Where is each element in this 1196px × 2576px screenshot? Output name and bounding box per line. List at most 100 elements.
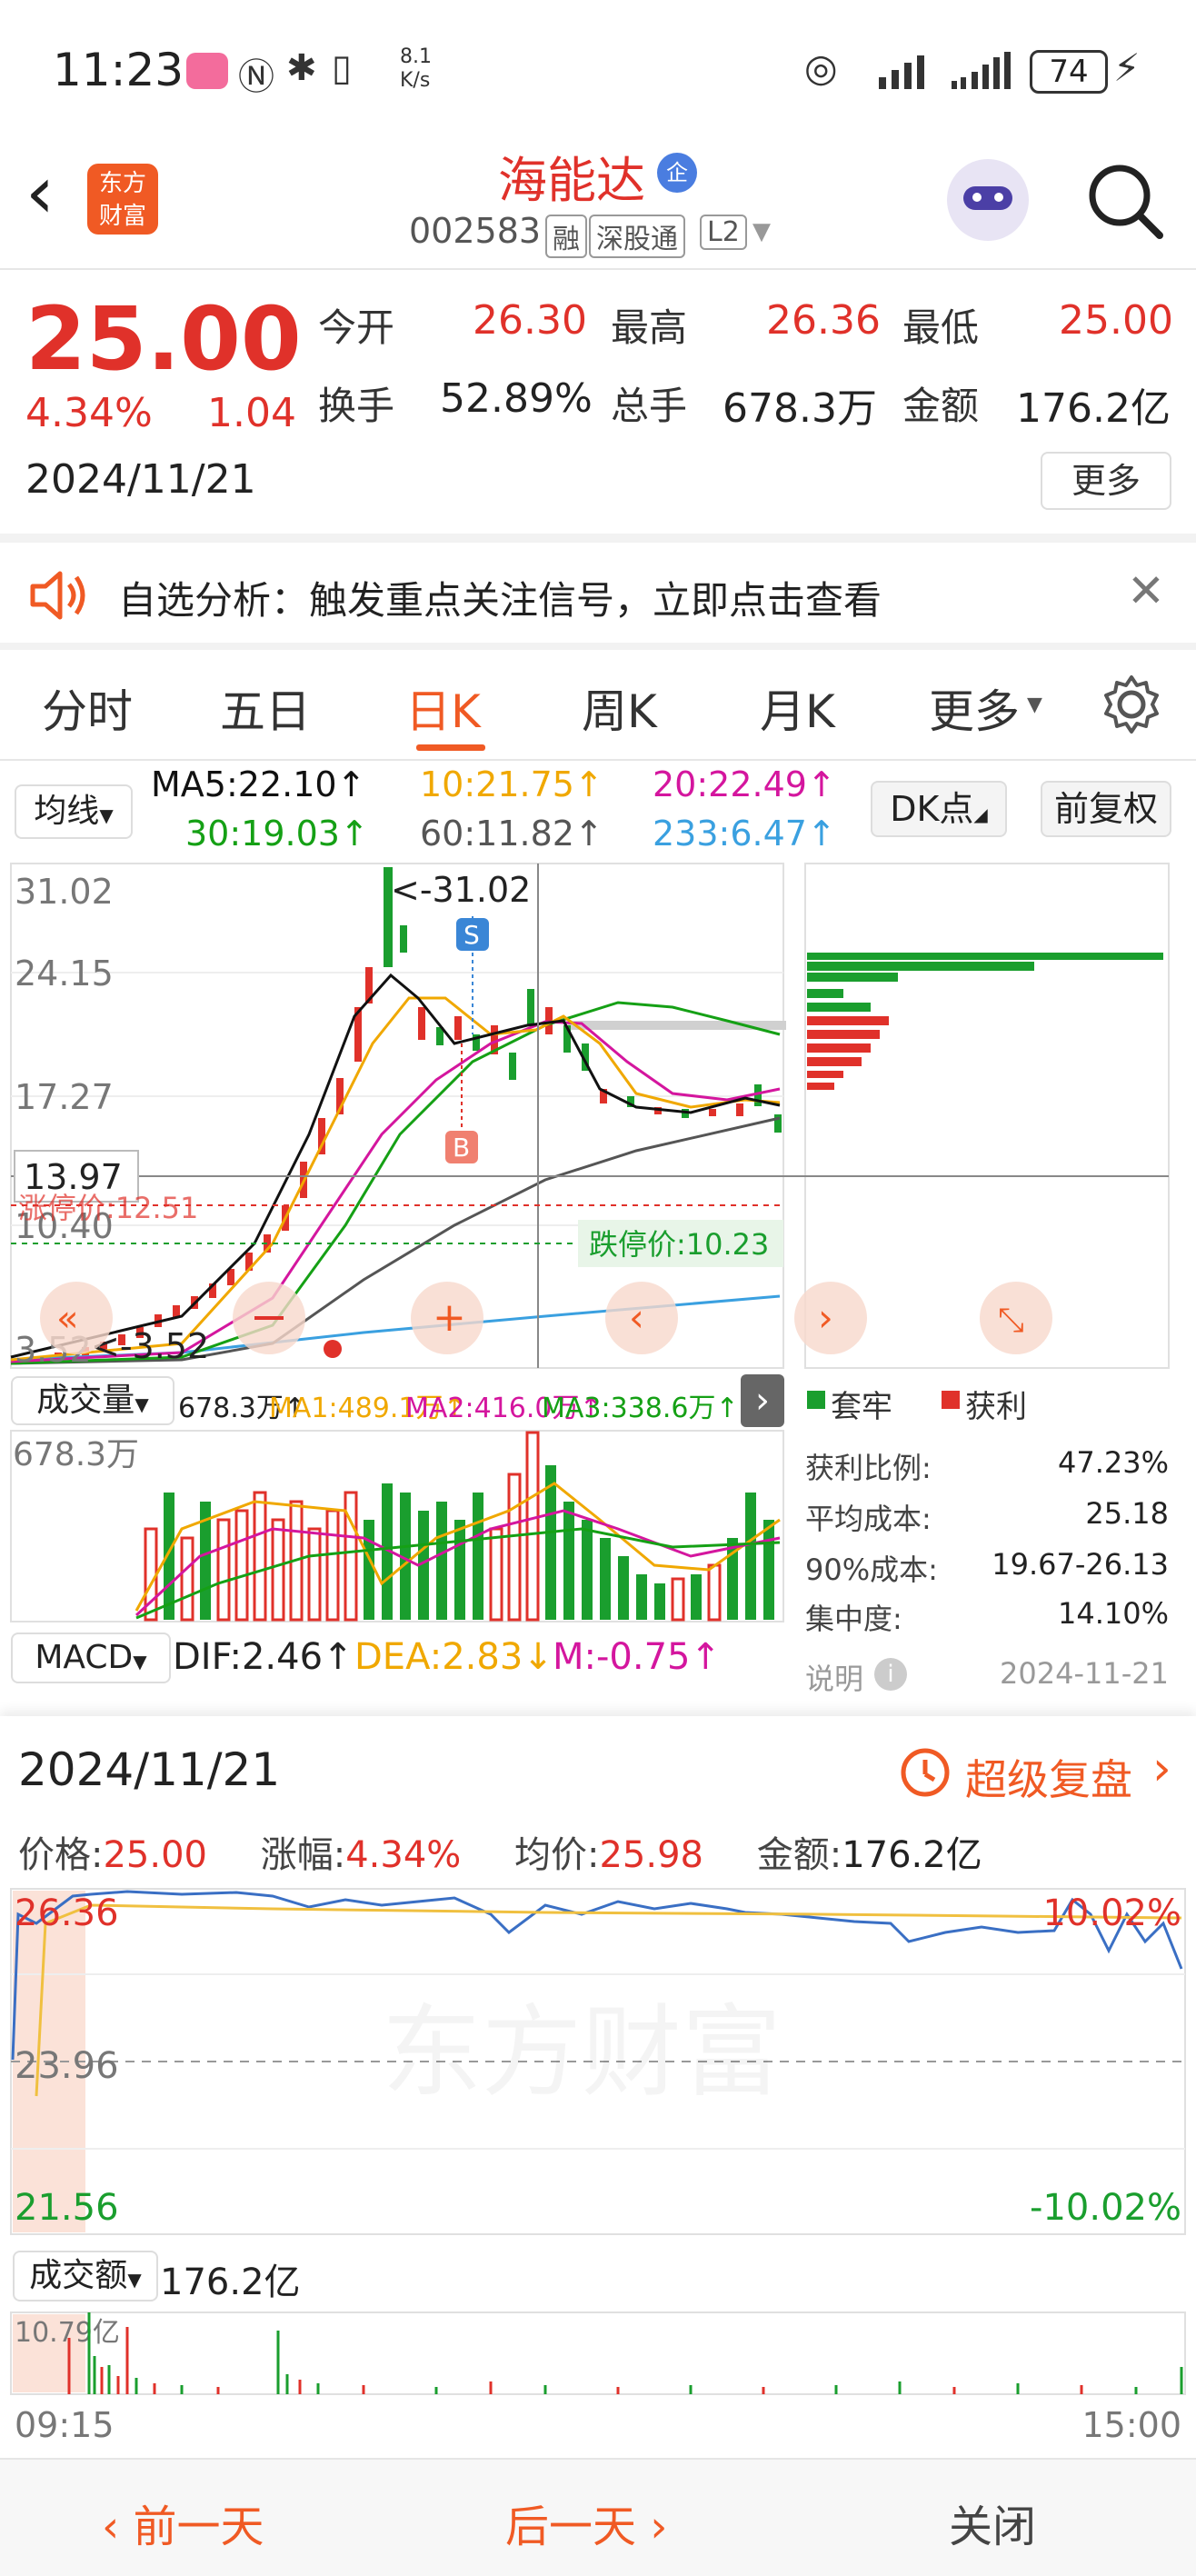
back-icon[interactable]: ‹ [25,156,55,229]
tab-monthly-k[interactable]: 月K [760,675,835,741]
close-icon[interactable]: ✕ [1127,564,1165,617]
chevron-down-icon: ▼ [133,1651,147,1672]
legend-trapped: 套牢 [831,1389,892,1425]
expand-panel-icon[interactable]: › [741,1374,784,1427]
bluetooth-icon: ✱ [286,47,317,89]
ma233-value: 233:6.47↑ [653,814,836,854]
info-icon[interactable]: i [874,1658,907,1691]
vibrate-icon: ▯ [332,47,353,89]
super-replay-link[interactable]: 超级复盘 [965,1747,1132,1807]
amount-y-max: 10.79亿 [15,2317,120,2349]
high-marker: <-31.02 [391,870,531,910]
volume-label: 总手 [611,384,688,428]
price-value: 25.00 [103,1834,207,1876]
volume-selector[interactable]: 成交量▼ [11,1376,174,1425]
macd-dea: DEA:2.83↓ [354,1636,553,1678]
volume-y-label: 678.3万 [13,1436,139,1473]
open-value: 26.30 [473,297,587,344]
price-label: 价格: [18,1834,104,1876]
stock-name: 海能达 [498,152,645,209]
search-icon[interactable] [1083,159,1165,241]
chip-stats: 获利比例: 47.23% 平均成本: 25.18 90%成本: 19.67-26… [805,1436,1169,1696]
gear-icon[interactable] [1100,673,1163,736]
macd-selector[interactable]: MACD▼ [11,1632,171,1683]
sell-marker: S [463,920,480,950]
tab-weekly-k[interactable]: 周K [582,675,657,741]
current-price: 25.00 [25,288,302,390]
net-speed-unit: K/s [400,69,431,92]
expand-icon[interactable]: ⤡ [998,1302,1024,1339]
intraday-y-mid: 23.96 [15,2045,119,2087]
open-label: 今开 [318,305,395,350]
logo-line1: 东方 [98,170,146,197]
rewind-icon[interactable]: « [56,1298,78,1340]
dk-point-button[interactable]: DK点◢ [871,781,1007,837]
tab-five-day[interactable]: 五日 [220,675,311,741]
volume-bars [144,1431,774,1622]
tab-more[interactable]: 更多 [929,675,1020,741]
amount-value: 176.2亿 [1016,385,1171,432]
turnover-selector[interactable]: 成交额▼ [13,2251,158,2301]
chevron-right-icon[interactable]: › [1152,1742,1171,1796]
enterprise-badge: 企 [657,153,697,193]
replay-icon[interactable] [898,1745,952,1800]
app-logo[interactable]: 东方 财富 [87,164,158,235]
chip-distribution [807,953,1163,1090]
alert-text: 自选分析：触发重点关注信号，立即点击查看 [118,578,882,623]
adjust-button[interactable]: 前复权 [1041,781,1171,837]
legend-trapped-swatch [807,1391,825,1409]
cost-90-value: 19.67-26.13 [992,1547,1169,1582]
tag-margin: 融 [545,215,587,258]
prev-day-button[interactable]: ‹ 前一天 [102,2491,264,2554]
chevron-down-icon[interactable]: ▼ [752,218,771,245]
prev-candle-icon[interactable]: ‹ [629,1295,644,1340]
volume-value: 678.3万 [723,385,877,432]
next-day-button[interactable]: 后一天 › [505,2491,667,2554]
watermark: 东方财富 [382,1994,782,2111]
turnover-selector-label: 成交额 [29,2257,128,2294]
limit-up-label: 涨停价:12.51 [18,1191,198,1225]
robot-avatar[interactable] [947,159,1029,241]
speaker-icon [30,571,85,620]
kline-chart[interactable]: 31.02 24.15 17.27 10.40 3.52 <-31.02 <-3… [0,862,1196,1371]
legend-profit: 获利 [965,1389,1027,1425]
ma-selector[interactable]: 均线▼ [15,784,133,839]
detail-date: 2024/11/21 [18,1743,281,1796]
macd-header: MACD▼ DIF:2.46↑ DEA:2.83↓ M:-0.75↑ [0,1627,791,1709]
hotspot-icon: ◎ [804,45,838,90]
detail-panel: 2024/11/21 超级复盘 › 价格:25.00 涨幅:4.34% 均价:2… [0,1716,1196,2458]
battery-icon: 74 [1030,50,1108,94]
y-label-1: 31.02 [15,872,114,912]
ma60-value: 60:11.82↑ [420,814,603,854]
zoom-in-icon[interactable]: + [433,1294,466,1341]
buy-marker: B [453,1133,470,1163]
turnover-total: 176.2亿 [160,2261,301,2303]
limit-down-label: 跌停价:10.23 [589,1227,769,1262]
high-value: 26.36 [766,297,881,344]
close-button[interactable]: 关闭 [949,2491,1036,2554]
avg-label: 均价: [514,1834,600,1876]
alert-banner[interactable]: 自选分析：触发重点关注信号，立即点击查看 ✕ [0,543,1196,643]
amount-value: 176.2亿 [842,1834,982,1876]
high-label: 最高 [611,305,688,350]
volume-header: 成交量▼ 678.3万↑ MA1:489.1万↑ MA2:416.0万↑ MA3… [0,1371,1196,1427]
note-link[interactable]: 说明 [805,1656,863,1698]
tab-daily-k[interactable]: 日K [405,675,481,741]
pct-label: 涨幅: [260,1834,346,1876]
chevron-right-icon: › [636,2501,668,2552]
amount-bars [67,2312,1183,2394]
low-label: 最低 [902,305,980,350]
next-candle-icon[interactable]: › [818,1295,833,1340]
profit-ratio-value: 47.23% [1057,1445,1169,1480]
dk-label: DK点 [890,789,974,829]
chevron-down-icon: ▼ [99,804,114,826]
cost-90-label: 90%成本: [805,1553,938,1587]
concentration-value: 14.10% [1057,1596,1169,1631]
avg-value: 25.98 [599,1834,703,1876]
corner-icon: ◢ [973,804,988,825]
ma-bar: 均线▼ MA5:22.10↑ 10:21.75↑ 20:22.49↑ 30:19… [0,761,1196,861]
intraday-pct-top: 10.02% [1042,1892,1181,1934]
chip-date: 2024-11-21 [1000,1656,1169,1691]
tab-intraday[interactable]: 分时 [42,675,133,741]
more-button[interactable]: 更多 [1041,452,1171,510]
